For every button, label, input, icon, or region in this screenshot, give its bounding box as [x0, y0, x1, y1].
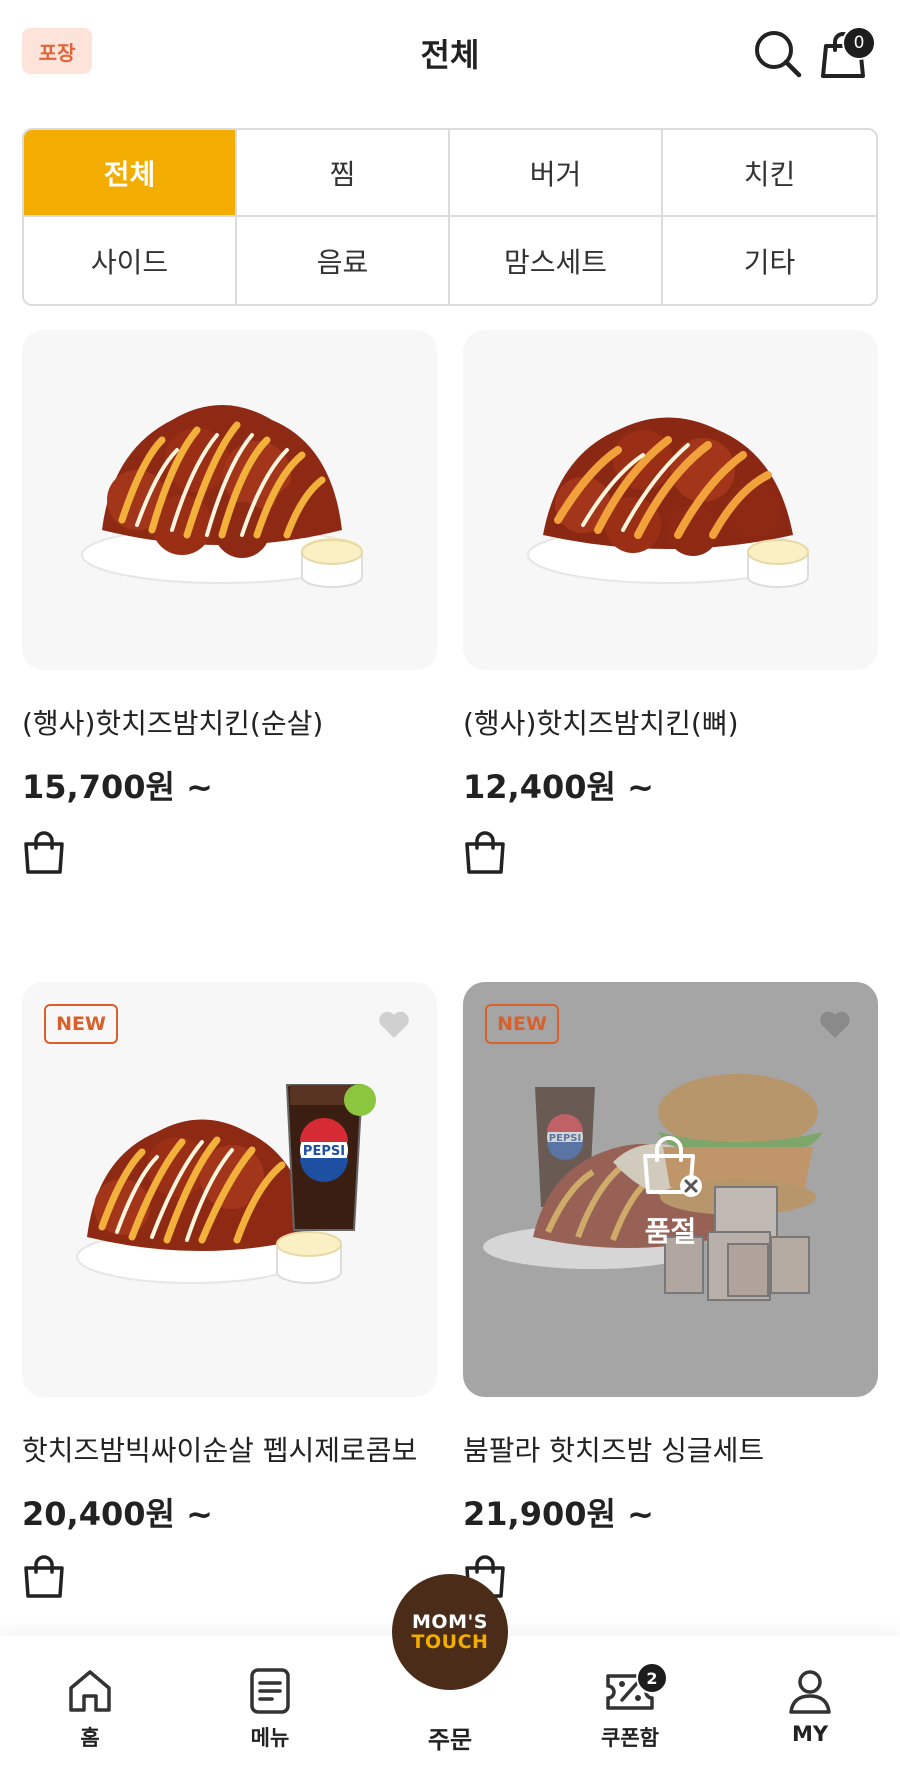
category-tab-side[interactable]: 사이드: [24, 217, 237, 304]
nav-my-label: MY: [791, 1722, 829, 1746]
product-name: 핫치즈밤빅싸이순살 펩시제로콤보: [22, 1434, 418, 1467]
category-tab-drink[interactable]: 음료: [237, 217, 450, 304]
shopping-bag-icon: [465, 831, 505, 874]
product-card[interactable]: PEPSI 품절 NEW 붐팔라 핫치즈밤 싱글세트 21,900원 ~: [463, 982, 878, 1602]
category-tab-burger[interactable]: 버거: [450, 130, 663, 217]
new-badge: NEW: [44, 1004, 118, 1044]
category-tab-chicken[interactable]: 치킨: [663, 130, 876, 217]
product-image[interactable]: PEPSI 품절 NEW: [463, 982, 878, 1397]
shopping-bag-icon: [24, 1555, 64, 1598]
product-card[interactable]: PEPSI NEW 핫치즈밤빅싸이순살 펩시제로콤보 20,400원 ~: [22, 982, 437, 1602]
search-icon: [755, 31, 802, 78]
category-tab-jjim[interactable]: 찜: [237, 130, 450, 217]
order-button[interactable]: MOM'S TOUCH: [392, 1574, 508, 1690]
product-image[interactable]: [463, 330, 878, 670]
moms-touch-logo-line1: MOM'S: [412, 1611, 488, 1633]
nav-my[interactable]: MY: [750, 1636, 870, 1782]
product-price: 21,900원 ~: [463, 1495, 654, 1533]
chicken-plate-image: [81, 405, 363, 588]
product-price: 12,400원 ~: [463, 768, 654, 806]
pepsi-label: PEPSI: [303, 1144, 345, 1159]
home-icon: [69, 1670, 111, 1712]
user-icon: [789, 1670, 831, 1714]
sold-out-bag-icon: [642, 1135, 702, 1197]
add-to-cart-button[interactable]: [463, 828, 507, 876]
category-tab-etc[interactable]: 기타: [663, 217, 876, 304]
heart-icon[interactable]: [377, 1008, 411, 1040]
category-tabs: 전체 찜 버거 치킨 사이드 음료 맘스세트 기타: [22, 128, 878, 306]
nav-menu[interactable]: 메뉴: [210, 1636, 330, 1782]
app-header: 포장 전체 0: [0, 0, 900, 110]
nav-coupon-label: 쿠폰함: [601, 1726, 659, 1750]
product-image[interactable]: [22, 330, 437, 670]
product-price: 15,700원 ~: [22, 768, 213, 806]
cart-count-badge: 0: [842, 26, 876, 60]
sold-out-label: 품절: [644, 1214, 697, 1248]
nav-home-label: 홈: [80, 1726, 100, 1750]
nav-menu-label: 메뉴: [250, 1726, 290, 1750]
category-tab-all[interactable]: 전체: [24, 130, 237, 217]
product-card[interactable]: (행사)핫치즈밤치킨(뼈) 12,400원 ~: [463, 330, 878, 890]
menu-document-icon: [250, 1668, 290, 1714]
order-label: 주문: [427, 1726, 473, 1754]
shopping-bag-icon: [24, 831, 64, 874]
new-badge: NEW: [485, 1004, 559, 1044]
product-name: (행사)핫치즈밤치킨(순살): [22, 707, 324, 740]
coupon-count-badge: 2: [636, 1662, 668, 1694]
add-to-cart-button[interactable]: [22, 828, 66, 876]
product-name: 붐팔라 핫치즈밤 싱글세트: [463, 1434, 765, 1467]
product-price: 20,400원 ~: [22, 1495, 213, 1533]
sold-out-overlay: 품절: [463, 982, 878, 1397]
category-tab-moms-set[interactable]: 맘스세트: [450, 217, 663, 304]
chicken-plate-image: [527, 417, 809, 588]
search-button[interactable]: [750, 26, 806, 82]
product-name: (행사)핫치즈밤치킨(뼈): [463, 707, 739, 740]
heart-icon[interactable]: [818, 1008, 852, 1040]
nav-home[interactable]: 홈: [30, 1636, 150, 1782]
nav-coupon[interactable]: 쿠폰함: [570, 1636, 690, 1782]
product-image[interactable]: PEPSI NEW: [22, 982, 437, 1397]
add-to-cart-button[interactable]: [22, 1552, 66, 1600]
chicken-combo-image: PEPSI: [76, 1084, 376, 1284]
moms-touch-logo-line2: TOUCH: [411, 1631, 489, 1653]
product-card[interactable]: (행사)핫치즈밤치킨(순살) 15,700원 ~: [22, 330, 437, 890]
